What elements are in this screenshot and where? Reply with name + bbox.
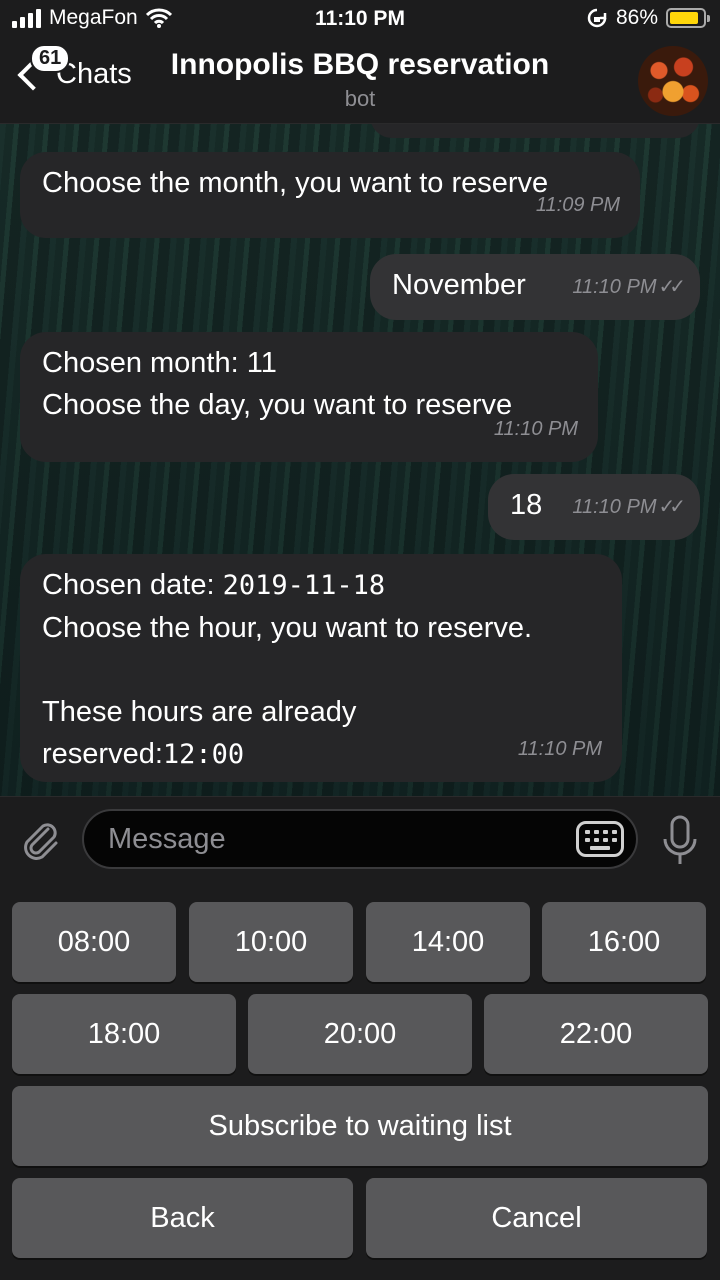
microphone-icon[interactable] [662,815,698,867]
hour-button-1400[interactable]: 14:00 [366,902,530,982]
paperclip-icon[interactable] [18,817,62,861]
message-time: 11:10 PM [493,418,578,440]
message-line: Choose the hour, you want to reserve. [42,612,533,644]
back-keyboard-button[interactable]: Back [12,1178,353,1258]
battery-icon [666,8,710,28]
battery-percent: 86% [615,6,658,29]
message-line: reserved:12:00 [42,733,600,776]
message-line-text: reserved: [42,738,163,770]
message-time-label: 11:10 PM [572,276,657,298]
message-text: Choose the month, you want to reserve [42,167,549,199]
bot-keyboard: 08:00 10:00 14:00 16:00 18:00 20:00 22:0… [0,884,720,1280]
message-code: 12:00 [162,739,245,770]
cancel-button[interactable]: Cancel [366,1178,707,1258]
message-line: Chosen month: 11 [42,347,277,379]
rotation-lock-icon [587,8,607,28]
hour-button-1800[interactable]: 18:00 [12,994,236,1074]
status-right: 86% [586,6,710,30]
message-time: 11:10 PM [517,738,602,760]
hour-button-1600[interactable]: 16:00 [542,902,706,982]
message-line-text: Chosen date: [42,569,223,601]
message-bubble-outgoing[interactable]: November 11:10 PM ✓✓ [370,254,700,320]
message-time: 11:10 PM ✓✓ [572,266,686,308]
message-bubble-incoming[interactable]: Chosen month: 11 Choose the day, you wan… [20,332,598,462]
read-check-icon: ✓✓ [658,496,685,518]
message-bubble-outgoing[interactable]: 18 11:10 PM ✓✓ [488,474,700,540]
hour-button-2000[interactable]: 20:00 [248,994,472,1074]
composer-bar: Message [0,796,720,884]
subscribe-waiting-list-button[interactable]: Subscribe to waiting list [12,1086,708,1166]
hour-button-1000[interactable]: 10:00 [189,902,353,982]
message-bubble-incoming[interactable]: Chosen date: 2019-11-18 Choose the hour,… [20,554,622,782]
message-bubble-incoming[interactable]: Choose the month, you want to reserve 11… [20,152,640,238]
message-list[interactable]: Choose the month, you want to reserve 11… [0,124,720,796]
message-code: 2019-11-18 [222,570,386,601]
message-time: 11:09 PM [535,194,620,216]
message-time-label: 11:10 PM [572,496,657,518]
message-line: These hours are already [42,696,357,728]
status-bar: MegaFon 11:10 PM 86% [0,0,720,40]
avatar[interactable] [638,46,708,116]
hour-button-2200[interactable]: 22:00 [484,994,708,1074]
message-input[interactable]: Message [82,809,638,869]
message-placeholder: Message [108,823,226,855]
chat-subtitle: bot [344,86,376,111]
message-bubble-partial [370,124,700,138]
hour-button-0800[interactable]: 08:00 [12,902,176,982]
message-line: Chosen date: 2019-11-18 [42,564,600,607]
keyboard-icon[interactable] [576,821,624,857]
message-time: 11:10 PM ✓✓ [572,486,686,528]
read-check-icon: ✓✓ [658,276,685,298]
chat-header: Chats 61 Innopolis BBQ reservation bot [0,40,720,124]
chat-title[interactable]: Innopolis BBQ reservation [0,48,720,82]
